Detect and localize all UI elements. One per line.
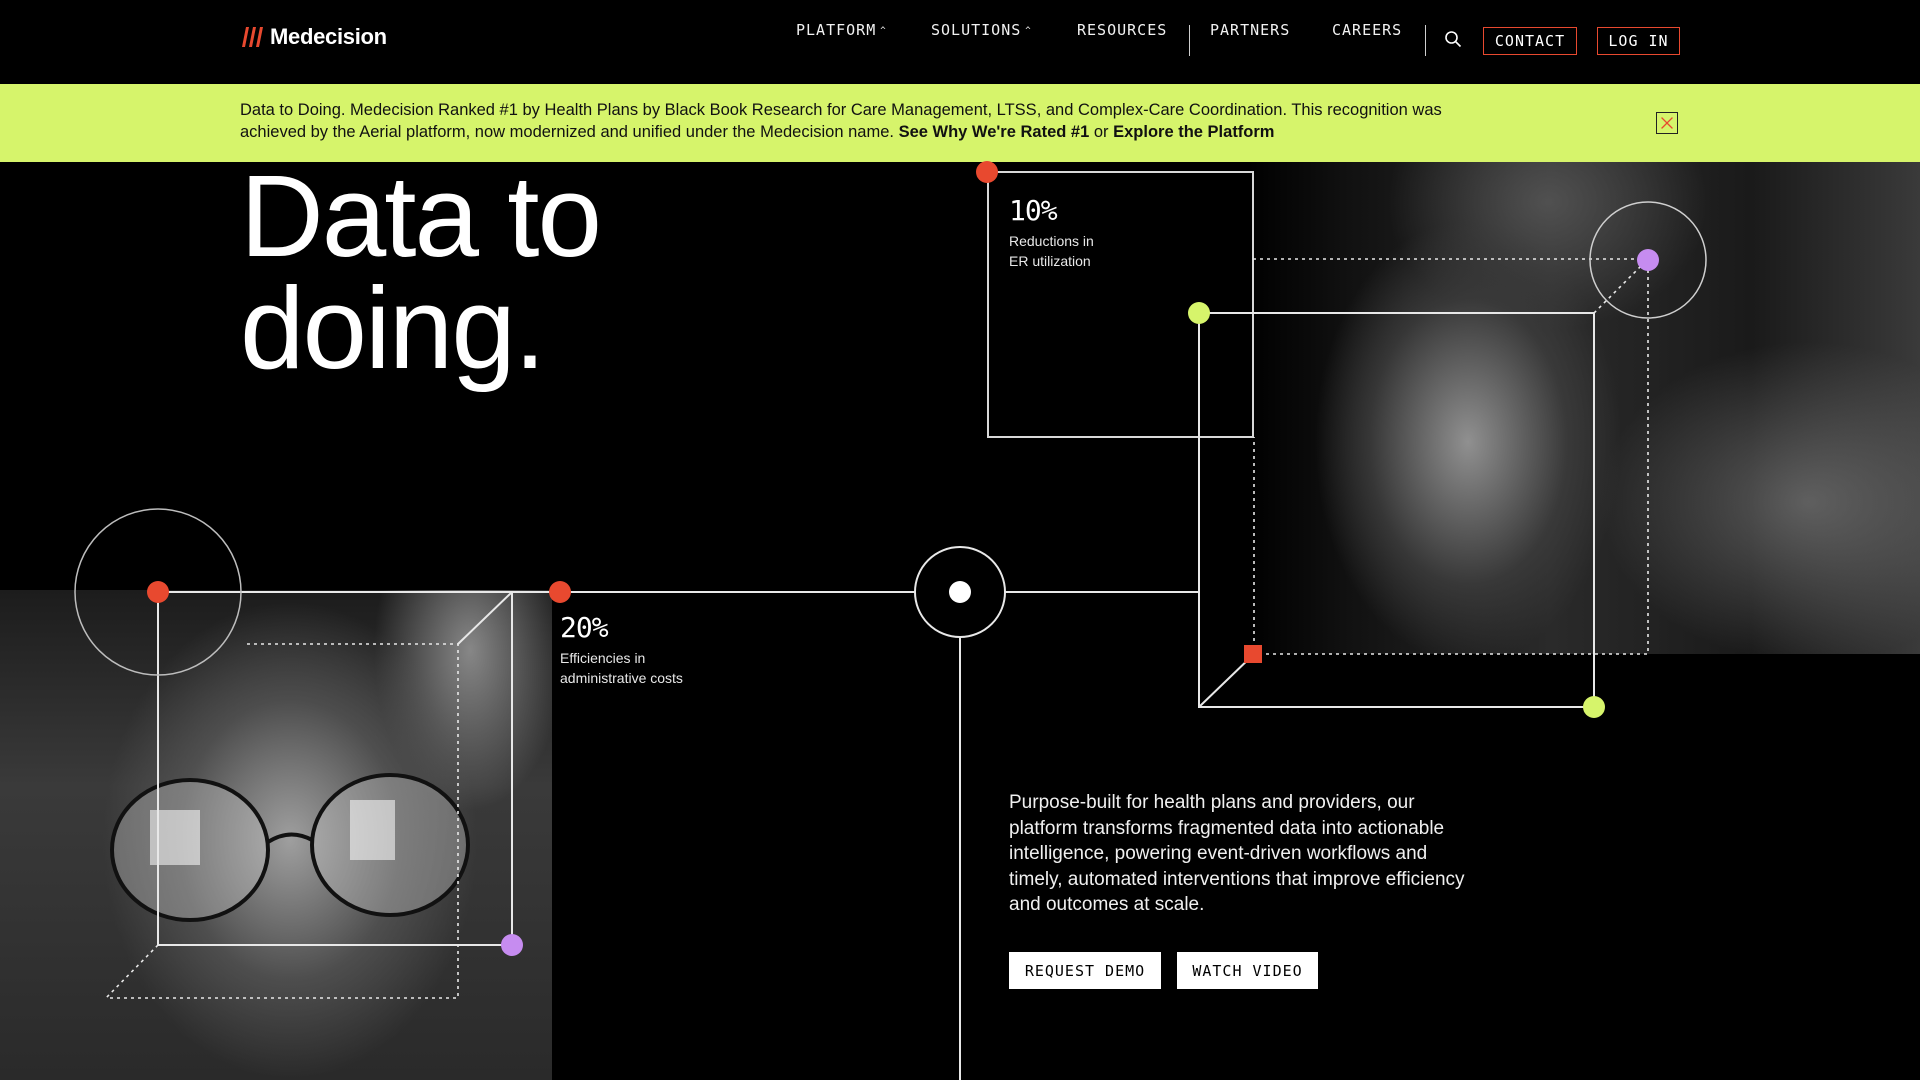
red-dot-mid	[549, 581, 571, 603]
lavender-dot-right	[1637, 249, 1659, 271]
red-dot-top	[976, 161, 998, 183]
stat1-label-line1: Reductions in	[1009, 233, 1094, 249]
lavender-dot-left	[501, 934, 523, 956]
stat2-label: Efficiencies in administrative costs	[560, 648, 683, 688]
request-demo-button[interactable]: REQUEST DEMO	[1009, 952, 1161, 989]
stat2-label-line2: administrative costs	[560, 670, 683, 686]
watch-video-button[interactable]: WATCH VIDEO	[1177, 952, 1318, 989]
connector-graphics	[74, 161, 1707, 1080]
stat1-value: 10%	[1009, 194, 1058, 227]
red-square-marker	[1244, 645, 1262, 663]
left-cube-diag2	[105, 944, 159, 999]
page: Medecision PLATFORM ^ SOLUTIONS ^ RESOURCE…	[0, 0, 1920, 1080]
hero-description: Purpose-built for health plans and provi…	[1009, 792, 1465, 915]
stat1-label: Reductions in ER utilization	[1009, 231, 1094, 271]
red-dot-left	[147, 581, 169, 603]
stat1-label-line2: ER utilization	[1009, 253, 1091, 269]
stat2-label-line1: Efficiencies in	[560, 650, 646, 666]
center-dot	[949, 581, 971, 603]
lime-dot-bottom	[1583, 696, 1605, 718]
stat-admin-costs: 20% Efficiencies in administrative costs	[560, 611, 683, 688]
stat2-value: 20%	[560, 611, 609, 644]
stat-er-utilization: 10% Reductions in ER utilization	[1009, 194, 1094, 271]
left-cube-front	[157, 591, 513, 946]
lime-dot-top	[1188, 302, 1210, 324]
left-cube-diag	[457, 591, 513, 645]
right-cube-back	[1253, 258, 1649, 655]
